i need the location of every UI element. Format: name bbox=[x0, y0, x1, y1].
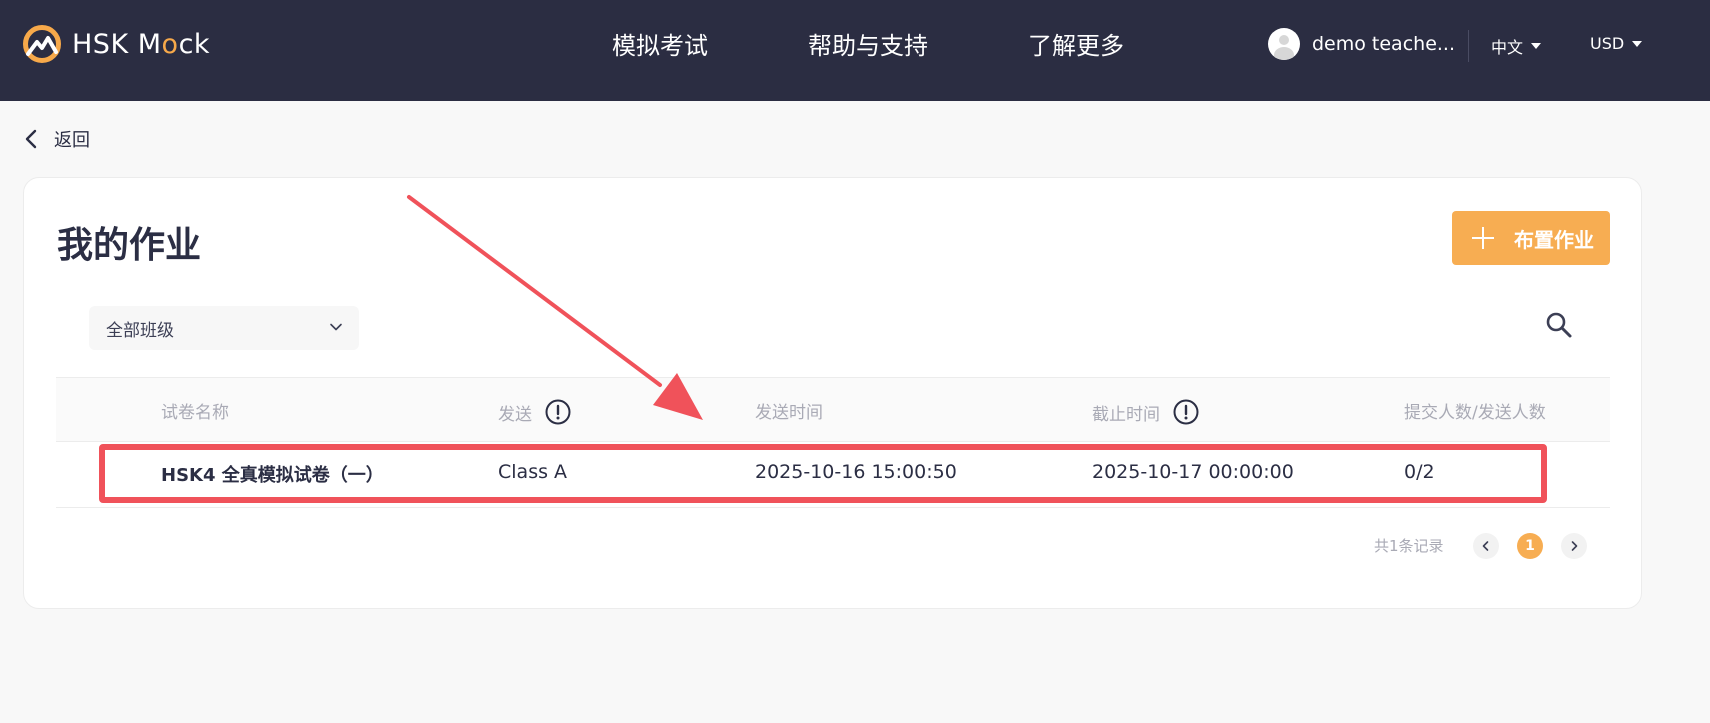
nav-help-support[interactable]: 帮助与支持 bbox=[808, 30, 928, 62]
cell-sent-time: 2025-10-16 15:00:50 bbox=[755, 461, 957, 483]
chevron-down-icon bbox=[1632, 40, 1643, 47]
table-header: 试卷名称 发送 发送时间 截止时间 提交人数/发送人数 bbox=[56, 377, 1610, 442]
class-filter-value: 全部班级 bbox=[106, 320, 174, 341]
chevron-left-icon bbox=[25, 129, 37, 149]
column-header-exam-name[interactable]: 试卷名称 bbox=[161, 398, 229, 423]
nav-learn-more[interactable]: 了解更多 bbox=[1028, 30, 1124, 62]
cell-sent-to: Class A bbox=[498, 461, 568, 483]
language-label: 中文 bbox=[1491, 38, 1524, 57]
pagination-prev-button[interactable] bbox=[1473, 533, 1499, 559]
assign-homework-label: 布置作业 bbox=[1514, 229, 1594, 252]
logo-wordmark: HSK Mock bbox=[72, 28, 211, 60]
user-menu[interactable]: demo teache... bbox=[1268, 28, 1455, 60]
assign-homework-button[interactable]: 布置作业 bbox=[1452, 211, 1610, 265]
chevron-left-icon bbox=[1482, 541, 1489, 551]
back-link[interactable]: 返回 bbox=[22, 126, 90, 152]
info-icon[interactable] bbox=[544, 398, 572, 426]
info-icon[interactable] bbox=[1172, 398, 1200, 426]
currency-label: USD bbox=[1590, 34, 1625, 53]
class-filter-select[interactable]: 全部班级 bbox=[89, 306, 359, 350]
logo[interactable]: HSK Mock bbox=[22, 24, 210, 64]
currency-selector[interactable]: USD bbox=[1590, 34, 1643, 53]
header-divider bbox=[1468, 30, 1469, 62]
column-header-sent-to: 发送 bbox=[498, 398, 572, 426]
user-name: demo teache... bbox=[1312, 33, 1456, 55]
chevron-right-icon bbox=[1571, 541, 1578, 551]
nav-mock-exam[interactable]: 模拟考试 bbox=[612, 30, 708, 62]
column-header-deadline: 截止时间 bbox=[1092, 398, 1200, 426]
pagination-next-button[interactable] bbox=[1561, 533, 1587, 559]
chevron-down-icon bbox=[1531, 43, 1542, 49]
avatar bbox=[1268, 28, 1300, 60]
search-icon[interactable] bbox=[1544, 310, 1574, 340]
back-label: 返回 bbox=[54, 130, 90, 151]
column-header-sent-time: 发送时间 bbox=[755, 403, 823, 423]
cell-submitted: 0/2 bbox=[1404, 461, 1435, 483]
chevron-down-icon bbox=[330, 323, 342, 331]
table-row[interactable]: HSK4 全真模拟试卷（一） Class A 2025-10-16 15:00:… bbox=[56, 442, 1610, 508]
column-header-submitted: 提交人数/发送人数 bbox=[1404, 403, 1546, 423]
cell-deadline: 2025-10-17 00:00:00 bbox=[1092, 461, 1294, 483]
pagination-total: 共1条记录 bbox=[1374, 537, 1444, 555]
cell-exam-name[interactable]: HSK4 全真模拟试卷（一） bbox=[161, 461, 384, 487]
language-selector[interactable]: 中文 bbox=[1491, 34, 1542, 58]
top-navigation-bar: HSK Mock 模拟考试 帮助与支持 了解更多 demo teache... … bbox=[0, 0, 1710, 101]
logo-mark-icon bbox=[23, 25, 61, 63]
homework-card: 我的作业 布置作业 全部班级 试卷名称 发送 发送时间 截止时间 提交人数/发送… bbox=[23, 177, 1642, 609]
page-title: 我的作业 bbox=[57, 225, 202, 266]
plus-icon bbox=[1472, 227, 1494, 249]
pagination-page-current[interactable]: 1 bbox=[1517, 533, 1543, 559]
